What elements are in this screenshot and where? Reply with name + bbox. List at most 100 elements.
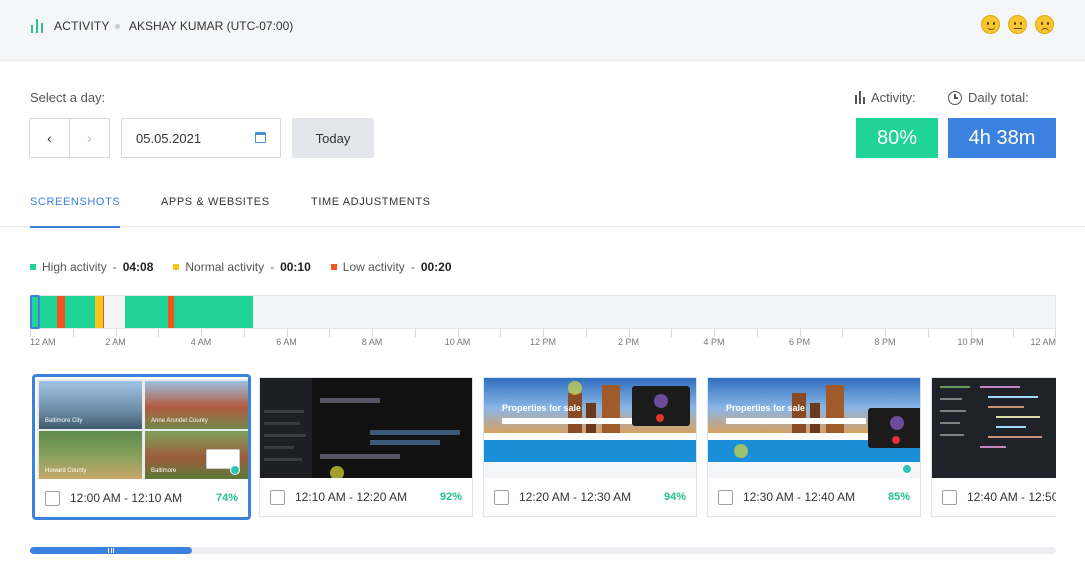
- activity-legend: High activity - 04:08 Normal activity - …: [30, 260, 452, 274]
- timeline-hour-label: 2 PM: [617, 337, 640, 347]
- screenshot-activity: 94%: [663, 491, 686, 503]
- timeline-tick: [927, 329, 929, 337]
- timeline-hour-label: 12 AM: [1030, 337, 1056, 347]
- timeline-selection-marker[interactable]: [30, 295, 40, 329]
- screenshot-image[interactable]: Baltimore City Anne Arundel County Howar…: [37, 379, 248, 479]
- timeline-hour-label: 4 PM: [703, 337, 725, 347]
- timeline-tick: [414, 329, 416, 337]
- screenshot-image[interactable]: Properties for sale: [708, 378, 920, 478]
- caption-anne-arundel: Anne Arundel County: [151, 418, 208, 424]
- timeline-hour-label: 10 AM: [444, 337, 471, 347]
- tab-screenshots[interactable]: SCREENSHOTS: [30, 196, 121, 228]
- screenshot-image[interactable]: [260, 378, 472, 478]
- screenshot-checkbox[interactable]: [718, 489, 733, 505]
- daily-total-label: Daily total:: [948, 90, 1029, 105]
- screenshot-footer: 12:20 AM - 12:30 AM 94%: [484, 478, 696, 516]
- screenshot-image[interactable]: [932, 378, 1056, 478]
- timeline-segment-high[interactable]: [124, 296, 168, 328]
- tab-apps-websites[interactable]: APPS & WEBSITES: [161, 196, 270, 208]
- timeline-tick: [714, 329, 715, 337]
- timeline-tick: [329, 329, 331, 337]
- screenshot-hero-text: Properties for sale: [726, 403, 806, 413]
- screenshot-card[interactable]: Properties for sale 12:30 AM - 12:40 AM …: [707, 377, 921, 517]
- activity-label: Activity:: [855, 90, 916, 105]
- timeline-tick: [115, 329, 117, 337]
- legend-low: Low activity - 00:20: [330, 260, 452, 274]
- timeline-tick: [671, 329, 673, 337]
- screenshot-card[interactable]: 12:40 AM - 12:50: [931, 377, 1056, 517]
- timeline-tick: [72, 329, 74, 337]
- screenshot-time-range: 12:30 AM - 12:40 AM: [743, 490, 856, 504]
- scrollbar-thumb[interactable]: [30, 547, 192, 554]
- timeline-tick: [158, 329, 160, 337]
- scroll-grip-icon: [108, 548, 114, 553]
- date-input[interactable]: 05.05.2021: [121, 118, 281, 158]
- screenshot-checkbox[interactable]: [494, 489, 509, 505]
- timeline-tick: [970, 329, 972, 337]
- timeline-tick: [756, 329, 758, 337]
- legend-high-label: High activity: [42, 260, 107, 274]
- timeline-segment-low[interactable]: [56, 296, 66, 328]
- sad-face-icon[interactable]: [1035, 15, 1054, 34]
- screenshot-scrollbar[interactable]: [30, 547, 1056, 554]
- screenshot-footer: 12:30 AM - 12:40 AM 85%: [708, 478, 920, 516]
- low-activity-swatch: [330, 264, 337, 270]
- timeline-hour-label: 10 PM: [957, 337, 984, 347]
- next-day-button[interactable]: ›: [69, 119, 109, 157]
- timeline-tick: [1055, 329, 1056, 337]
- activity-timeline[interactable]: [30, 295, 1056, 329]
- day-nav: ‹ ›: [29, 118, 110, 158]
- screenshot-image[interactable]: Properties for sale: [484, 378, 696, 478]
- screenshot-time-range: 12:10 AM - 12:20 AM: [295, 490, 408, 504]
- timeline-tick: [286, 329, 288, 337]
- daily-total-label-text: Daily total:: [968, 90, 1029, 105]
- screenshot-activity: 85%: [887, 491, 910, 503]
- section-title: ACTIVITY: [54, 19, 110, 33]
- legend-normal: Normal activity - 00:10: [173, 260, 311, 274]
- previous-day-button[interactable]: ‹: [30, 119, 69, 157]
- top-bar: ACTIVITY AKSHAY KUMAR (UTC-07:00): [0, 0, 1085, 61]
- timeline-tick: [585, 329, 587, 337]
- happy-face-icon[interactable]: [981, 15, 1000, 34]
- legend-low-time: 00:20: [420, 260, 452, 274]
- screenshot-activity: 74%: [215, 492, 238, 504]
- tab-bar: SCREENSHOTS APPS & WEBSITES TIME ADJUSTM…: [0, 183, 1085, 228]
- timeline-hour-label: 8 PM: [874, 337, 896, 347]
- screenshot-card[interactable]: 12:10 AM - 12:20 AM 92%: [259, 377, 473, 517]
- timeline-segment-low[interactable]: [102, 296, 105, 328]
- calendar-icon[interactable]: [255, 132, 266, 143]
- neutral-face-icon[interactable]: [1008, 15, 1027, 34]
- timeline-hour-label: 8 AM: [361, 337, 383, 347]
- timeline-hour-label: 6 PM: [788, 337, 811, 347]
- timeline-segment-high[interactable]: [173, 296, 253, 328]
- legend-low-label: Low activity: [342, 260, 405, 274]
- timeline-segment-high[interactable]: [65, 296, 95, 328]
- screenshot-strip: Baltimore City Anne Arundel County Howar…: [0, 373, 1056, 523]
- today-button[interactable]: Today: [292, 118, 374, 158]
- date-value: 05.05.2021: [136, 131, 202, 146]
- screenshot-footer: 12:40 AM - 12:50: [932, 478, 1056, 516]
- select-day-label: Select a day:: [30, 90, 106, 105]
- screenshot-checkbox[interactable]: [270, 489, 285, 505]
- screenshot-card[interactable]: Properties for sale 12:20 AM - 12:30 AM …: [483, 377, 697, 517]
- timeline-hour-label: 6 AM: [276, 337, 297, 347]
- caption-howard-county: Howard County: [45, 468, 87, 474]
- timeline-tick: [30, 329, 31, 337]
- timeline-hour-labels: 12 AM 2 AM 4 AM 6 AM 8 AM 10 AM 12 PM 2 PM 4 PM 6…: [30, 337, 1056, 349]
- screenshot-hero-text: Properties for sale: [502, 403, 582, 413]
- activity-bars-icon: [31, 19, 45, 33]
- timeline-hour-label: 12 PM: [529, 337, 557, 347]
- timeline-tick: [457, 329, 459, 337]
- timeline-segment-normal[interactable]: [95, 296, 103, 328]
- normal-activity-swatch: [173, 264, 180, 270]
- tab-time-adjustments[interactable]: TIME ADJUSTMENTS: [311, 196, 431, 208]
- screenshot-checkbox[interactable]: [45, 490, 60, 506]
- timeline-hour-label: 4 AM: [190, 337, 212, 347]
- legend-high: High activity - 04:08: [30, 260, 153, 274]
- camera-icon: [902, 464, 912, 474]
- screenshot-card[interactable]: Baltimore City Anne Arundel County Howar…: [32, 374, 251, 520]
- clock-icon: [948, 90, 962, 105]
- screenshot-time-range: 12:00 AM - 12:10 AM: [70, 491, 183, 505]
- screenshot-checkbox[interactable]: [942, 489, 957, 505]
- daily-total-value: 4h 38m: [948, 118, 1056, 158]
